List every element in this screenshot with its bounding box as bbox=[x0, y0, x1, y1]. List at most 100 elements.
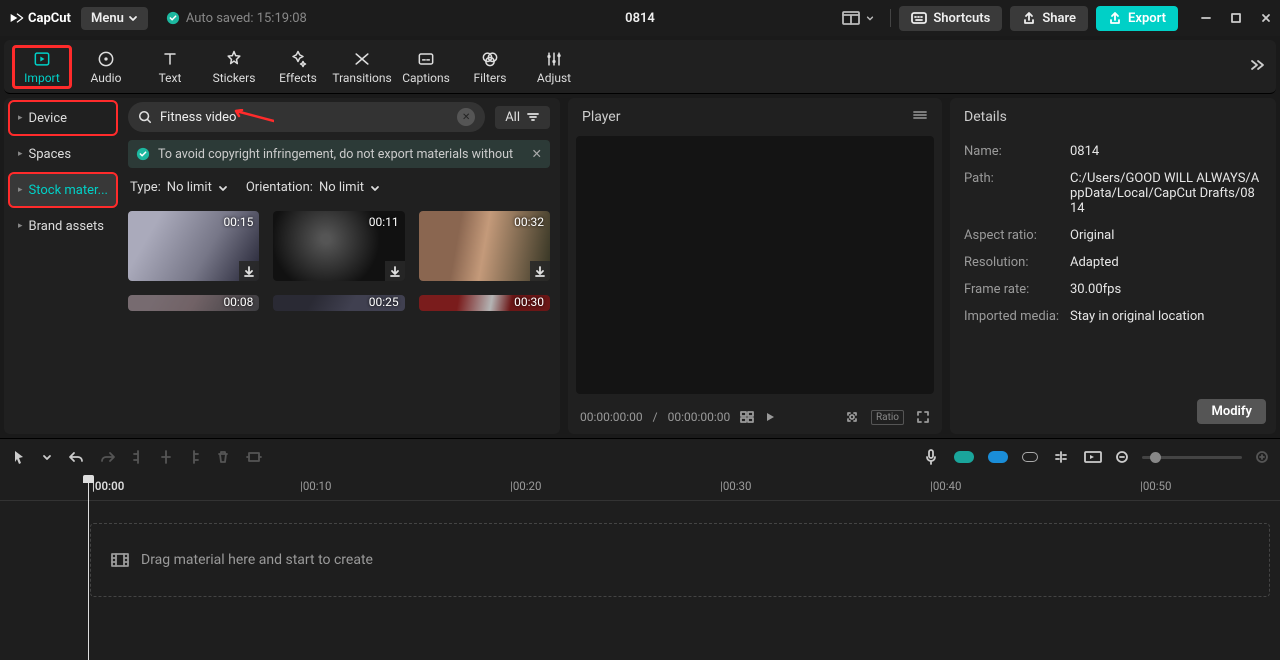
type-filter-label: Type: bbox=[130, 180, 161, 195]
search-input[interactable] bbox=[160, 110, 449, 125]
link-icon[interactable] bbox=[1022, 452, 1038, 462]
crop-icon[interactable] bbox=[845, 410, 859, 424]
pointer-tool-icon[interactable] bbox=[12, 449, 26, 465]
split-icon bbox=[160, 449, 172, 465]
timeline-body[interactable]: |00:00 |00:10 |00:20 |00:30 |00:40 |00:5… bbox=[0, 475, 1280, 660]
detail-key: Path: bbox=[964, 171, 1070, 216]
chevron-down-icon[interactable] bbox=[42, 452, 52, 462]
redo-icon[interactable] bbox=[100, 450, 116, 464]
preview-toggle-icon[interactable] bbox=[1084, 451, 1102, 463]
clip-duration: 00:30 bbox=[514, 295, 544, 309]
detail-key: Frame rate: bbox=[964, 282, 1070, 297]
tab-stickers-label: Stickers bbox=[213, 71, 256, 85]
sidenav-spaces[interactable]: Spaces bbox=[10, 138, 116, 170]
download-icon[interactable] bbox=[239, 261, 259, 281]
menu-button[interactable]: Menu bbox=[81, 7, 148, 30]
tabs-overflow-icon[interactable] bbox=[1248, 57, 1266, 76]
fullscreen-icon[interactable] bbox=[916, 410, 930, 424]
clip-duration: 00:15 bbox=[223, 215, 253, 229]
share-button[interactable]: Share bbox=[1010, 6, 1088, 31]
download-icon[interactable] bbox=[530, 261, 550, 281]
play-icon[interactable] bbox=[764, 411, 776, 423]
sidenav-device[interactable]: Device bbox=[10, 102, 116, 134]
split-right-icon bbox=[188, 449, 200, 465]
shortcuts-button[interactable]: Shortcuts bbox=[899, 6, 1002, 31]
search-box[interactable]: ✕ bbox=[128, 102, 485, 132]
tab-transitions[interactable]: Transitions bbox=[334, 49, 390, 85]
player-menu-icon[interactable] bbox=[912, 109, 928, 125]
export-label: Export bbox=[1128, 11, 1166, 26]
sidenav-stock[interactable]: Stock mater... bbox=[10, 174, 116, 206]
timeline-dropzone[interactable]: Drag material here and start to create bbox=[90, 523, 1270, 597]
tab-text-label: Text bbox=[159, 71, 182, 85]
chevron-down-icon bbox=[218, 183, 228, 193]
sidenav-device-label: Device bbox=[29, 111, 68, 126]
microphone-icon[interactable] bbox=[924, 449, 938, 465]
tab-filters[interactable]: Filters bbox=[462, 49, 518, 85]
magnet-main-icon[interactable] bbox=[954, 451, 974, 463]
tab-audio-label: Audio bbox=[91, 71, 122, 85]
magnet-track-icon[interactable] bbox=[988, 451, 1008, 463]
tab-stickers[interactable]: Stickers bbox=[206, 49, 262, 85]
detail-key: Name: bbox=[964, 144, 1070, 159]
tab-captions-label: Captions bbox=[402, 71, 450, 85]
tab-effects-label: Effects bbox=[279, 71, 317, 85]
clip-thumb[interactable]: 00:08 bbox=[128, 295, 259, 311]
filter-all-button[interactable]: All bbox=[495, 106, 550, 129]
modify-button[interactable]: Modify bbox=[1197, 399, 1266, 424]
ruler-tick: 00:40 bbox=[933, 479, 962, 493]
player-viewport[interactable] bbox=[576, 136, 934, 394]
minimize-icon[interactable] bbox=[1200, 12, 1212, 24]
clip-thumb[interactable]: 00:11 bbox=[273, 211, 404, 281]
tab-captions[interactable]: Captions bbox=[398, 49, 454, 85]
sidenav-brand[interactable]: Brand assets bbox=[10, 210, 116, 242]
player-title: Player bbox=[582, 109, 620, 125]
chevron-down-icon bbox=[370, 183, 380, 193]
clip-duration: 00:08 bbox=[223, 295, 253, 309]
zoom-slider[interactable] bbox=[1142, 456, 1242, 459]
detail-key: Aspect ratio: bbox=[964, 228, 1070, 243]
player-panel: Player 00:00:00:00 / 00:00:00:00 Ratio bbox=[568, 98, 942, 434]
player-time-current: 00:00:00:00 bbox=[580, 410, 643, 424]
clip-thumb[interactable]: 00:30 bbox=[419, 295, 550, 311]
clip-thumb[interactable]: 00:25 bbox=[273, 295, 404, 311]
export-button[interactable]: Export bbox=[1096, 6, 1178, 31]
close-icon[interactable] bbox=[1260, 12, 1272, 24]
details-title: Details bbox=[964, 109, 1007, 125]
orientation-filter[interactable]: Orientation: No limit bbox=[246, 180, 380, 195]
undo-icon[interactable] bbox=[68, 450, 84, 464]
align-icon[interactable] bbox=[1052, 451, 1070, 463]
tab-audio[interactable]: Audio bbox=[78, 49, 134, 85]
maximize-icon[interactable] bbox=[1230, 12, 1242, 24]
download-icon[interactable] bbox=[385, 261, 405, 281]
clip-duration: 00:25 bbox=[369, 295, 399, 309]
infobar-close-icon[interactable]: ✕ bbox=[532, 146, 542, 162]
filter-row: Type: No limit Orientation: No limit bbox=[128, 176, 550, 199]
clip-thumb[interactable]: 00:32 bbox=[419, 211, 550, 281]
detail-value: Stay in original location bbox=[1070, 309, 1262, 324]
app-logo: CapCut bbox=[8, 10, 71, 26]
clip-duration: 00:32 bbox=[514, 215, 544, 229]
tab-text[interactable]: Text bbox=[142, 49, 198, 85]
clip-grid: 00:15 00:11 00:32 00:08 00:25 00:30 bbox=[128, 207, 550, 311]
clear-search-icon[interactable]: ✕ bbox=[457, 108, 475, 126]
detail-value: Adapted bbox=[1070, 255, 1262, 270]
ratio-button[interactable]: Ratio bbox=[871, 410, 904, 425]
layout-button[interactable] bbox=[834, 6, 882, 30]
tab-import-label: Import bbox=[24, 71, 60, 85]
grid-view-icon[interactable] bbox=[740, 411, 754, 423]
type-filter-value: No limit bbox=[167, 180, 212, 195]
film-icon bbox=[111, 553, 129, 567]
playhead[interactable] bbox=[88, 475, 89, 660]
tab-adjust[interactable]: Adjust bbox=[526, 49, 582, 85]
timeline-ruler[interactable]: |00:00 |00:10 |00:20 |00:30 |00:40 |00:5… bbox=[0, 475, 1280, 501]
zoom-in-icon[interactable] bbox=[1256, 451, 1268, 463]
type-filter[interactable]: Type: No limit bbox=[130, 180, 228, 195]
tab-import[interactable]: Import bbox=[14, 47, 70, 87]
sidenav-stock-label: Stock mater... bbox=[29, 183, 108, 198]
tab-adjust-label: Adjust bbox=[537, 71, 571, 85]
detail-key: Imported media: bbox=[964, 309, 1070, 324]
tab-effects[interactable]: Effects bbox=[270, 49, 326, 85]
clip-thumb[interactable]: 00:15 bbox=[128, 211, 259, 281]
zoom-out-icon[interactable] bbox=[1116, 451, 1128, 463]
